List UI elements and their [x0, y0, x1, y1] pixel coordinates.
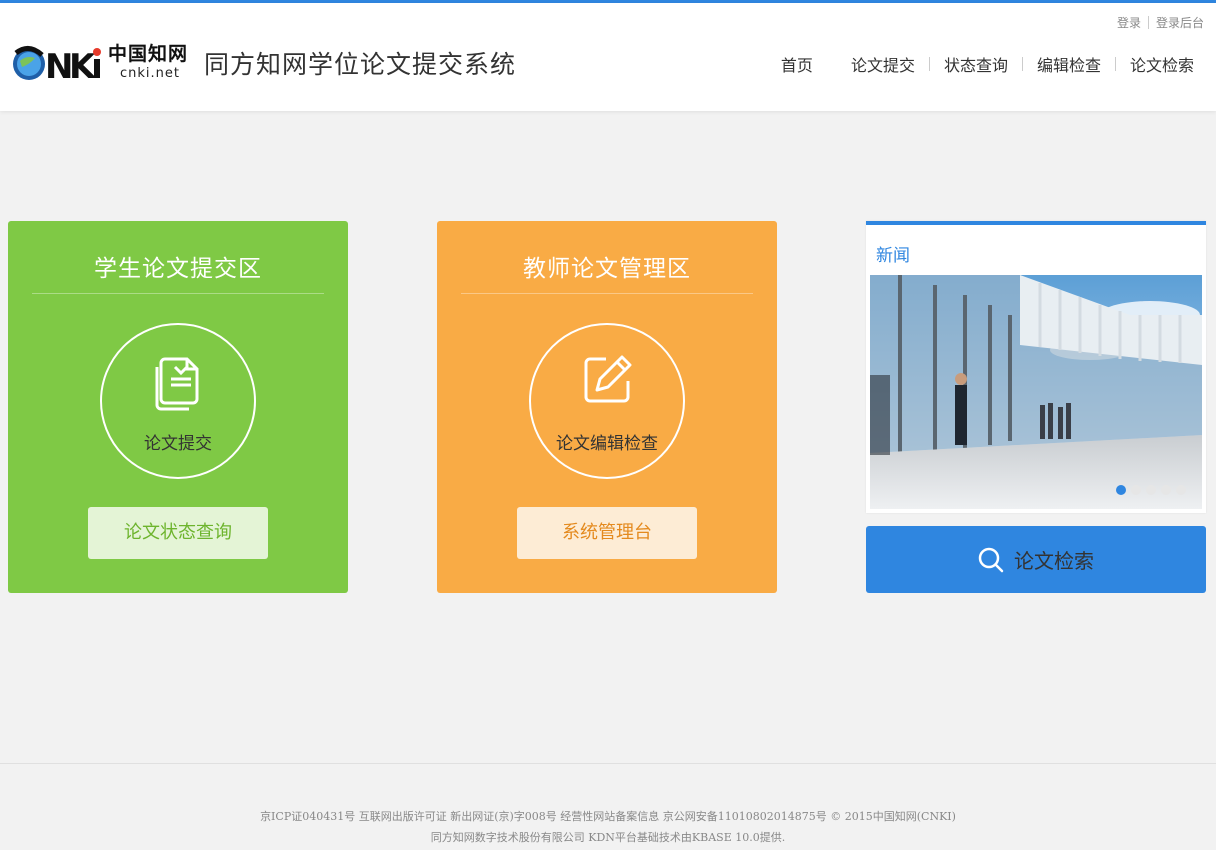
- admin-login-link[interactable]: 登录后台: [1156, 14, 1204, 31]
- main-nav: 首页 论文提交 状态查询 编辑检查 论文检索: [781, 52, 1194, 76]
- carousel-dot[interactable]: [1161, 485, 1171, 495]
- student-submission-panel: 学生论文提交区 论文提交 论文状态查询: [8, 221, 348, 593]
- nav-divider: [1021, 57, 1023, 71]
- news-panel: 新闻: [866, 221, 1206, 513]
- logo-domain-text: cnki.net: [120, 66, 180, 81]
- submit-thesis-label: 论文提交: [144, 434, 212, 454]
- news-title: 新闻: [876, 246, 910, 266]
- panel-divider: [32, 293, 324, 294]
- login-link[interactable]: 登录: [1117, 14, 1141, 31]
- panel-divider: [461, 293, 753, 294]
- nav-divider: [1114, 57, 1116, 71]
- search-icon: [978, 547, 1004, 572]
- submit-thesis-button[interactable]: 论文提交: [100, 323, 256, 479]
- nav-search[interactable]: 论文检索: [1130, 52, 1194, 76]
- thesis-edit-check-button[interactable]: 论文编辑检查: [529, 323, 685, 479]
- teacher-management-panel: 教师论文管理区 论文编辑检查 系统管理台: [437, 221, 777, 593]
- site-title: 同方知网学位论文提交系统: [204, 50, 517, 79]
- footer-company-text: 同方知网数字技术股份有限公司 KDN平台基础技术由KBASE 10.0提供.: [430, 831, 786, 844]
- nav-submit[interactable]: 论文提交: [851, 52, 915, 76]
- thesis-status-query-button[interactable]: 论文状态查询: [88, 507, 268, 559]
- site-logo[interactable]: N K 中国知网 cnki.net 同方知网学位论文提交系统: [8, 39, 516, 87]
- top-link-divider: [1147, 16, 1149, 29]
- nav-home[interactable]: 首页: [781, 52, 813, 76]
- carousel-dot[interactable]: [1116, 485, 1126, 495]
- thesis-search-button[interactable]: 论文检索: [866, 526, 1206, 593]
- carousel-dot[interactable]: [1146, 485, 1156, 495]
- carousel-dot[interactable]: [1131, 485, 1141, 495]
- nav-divider: [928, 57, 930, 71]
- nav-edit-check[interactable]: 编辑检查: [1037, 52, 1101, 76]
- office-building-photo: [870, 275, 1202, 509]
- document-stack-icon: [155, 357, 199, 411]
- cnki-logo: N K 中国知网 cnki.net: [8, 39, 198, 87]
- footer-license-text: 京ICP证040431号 互联网出版许可证 新出网证(京)字008号 经营性网站…: [260, 810, 956, 823]
- system-admin-button[interactable]: 系统管理台: [517, 507, 697, 559]
- nav-status[interactable]: 状态查询: [944, 52, 1008, 76]
- thesis-edit-check-label: 论文编辑检查: [556, 434, 658, 454]
- header: 登录 登录后台 N K 中国知网 cnki.net 同方知网学位论文提交系统 首…: [0, 3, 1216, 111]
- carousel-dot[interactable]: [1176, 485, 1186, 495]
- news-carousel-image[interactable]: [870, 275, 1202, 509]
- footer: 京ICP证040431号 互联网出版许可证 新出网证(京)字008号 经营性网站…: [0, 806, 1216, 848]
- carousel-dots: [1111, 485, 1186, 495]
- thesis-search-label: 论文检索: [1014, 549, 1094, 573]
- footer-divider: [0, 763, 1216, 764]
- logo-chinese-text: 中国知网: [108, 43, 189, 65]
- top-links: 登录 登录后台: [1117, 14, 1204, 31]
- cnki-logo-icon: N K: [13, 46, 101, 87]
- edit-icon: [584, 355, 632, 403]
- teacher-panel-title: 教师论文管理区: [523, 256, 691, 282]
- student-panel-title: 学生论文提交区: [94, 256, 262, 282]
- svg-text:K: K: [69, 47, 97, 87]
